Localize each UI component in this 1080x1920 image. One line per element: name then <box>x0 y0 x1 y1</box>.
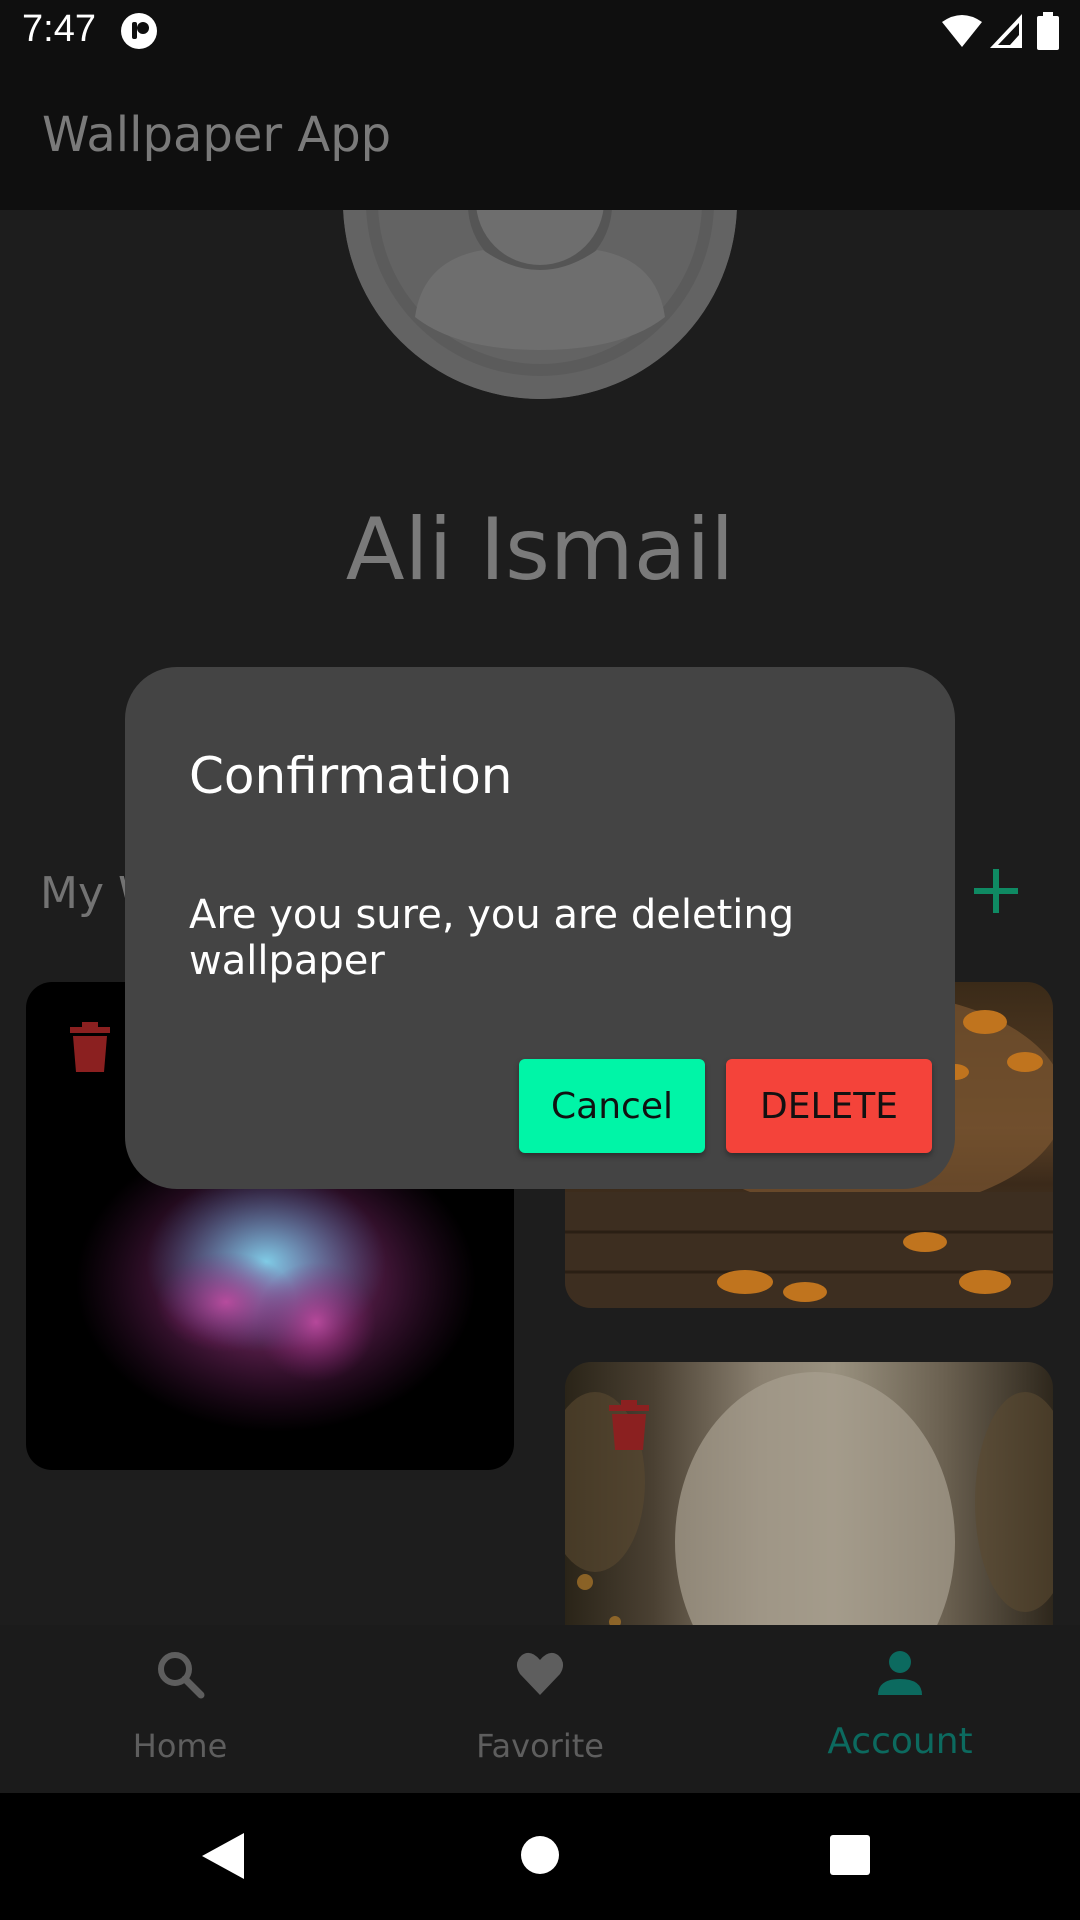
dialog-message: Are you sure, you are deleting wallpaper <box>189 892 795 984</box>
cancel-button[interactable]: Cancel <box>519 1059 705 1153</box>
delete-button[interactable]: DELETE <box>726 1059 932 1153</box>
dialog-title: Confirmation <box>189 747 513 805</box>
confirmation-dialog: Confirmation Are you sure, you are delet… <box>125 667 955 1189</box>
